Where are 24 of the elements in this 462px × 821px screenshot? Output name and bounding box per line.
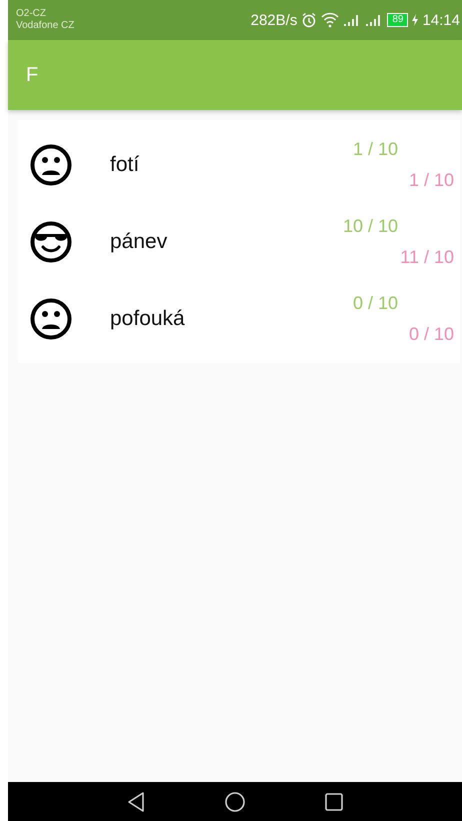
word-label: pánev: [110, 230, 168, 254]
recents-icon[interactable]: [324, 792, 344, 812]
word-label: fotí: [110, 152, 140, 176]
charging-icon: [412, 14, 418, 26]
network-speed: 282B/s: [250, 12, 298, 28]
carrier-name: Vodafone CZ: [16, 20, 74, 32]
wifi-icon: [321, 12, 340, 28]
carrier-name: O2-CZ: [16, 8, 47, 20]
sad-face-icon: [30, 144, 72, 186]
battery-level: 89: [387, 13, 408, 27]
sunglasses-face-icon: [30, 220, 72, 262]
home-icon[interactable]: [224, 790, 246, 812]
alarm-icon: [301, 12, 318, 28]
score-text: 0 / 10: [408, 324, 454, 344]
back-icon[interactable]: [126, 790, 146, 812]
score-text: 1 / 10: [352, 138, 398, 160]
score-text: 0 / 10: [352, 292, 398, 314]
score-text: 10 / 10: [342, 216, 398, 236]
clock: 14:14: [422, 12, 460, 28]
score-text: 1 / 10: [408, 170, 454, 190]
app-title: F: [26, 64, 38, 86]
word-label: pofouká: [110, 306, 185, 330]
sad-face-icon: [30, 298, 72, 340]
score-text: 11 / 10: [400, 246, 454, 268]
